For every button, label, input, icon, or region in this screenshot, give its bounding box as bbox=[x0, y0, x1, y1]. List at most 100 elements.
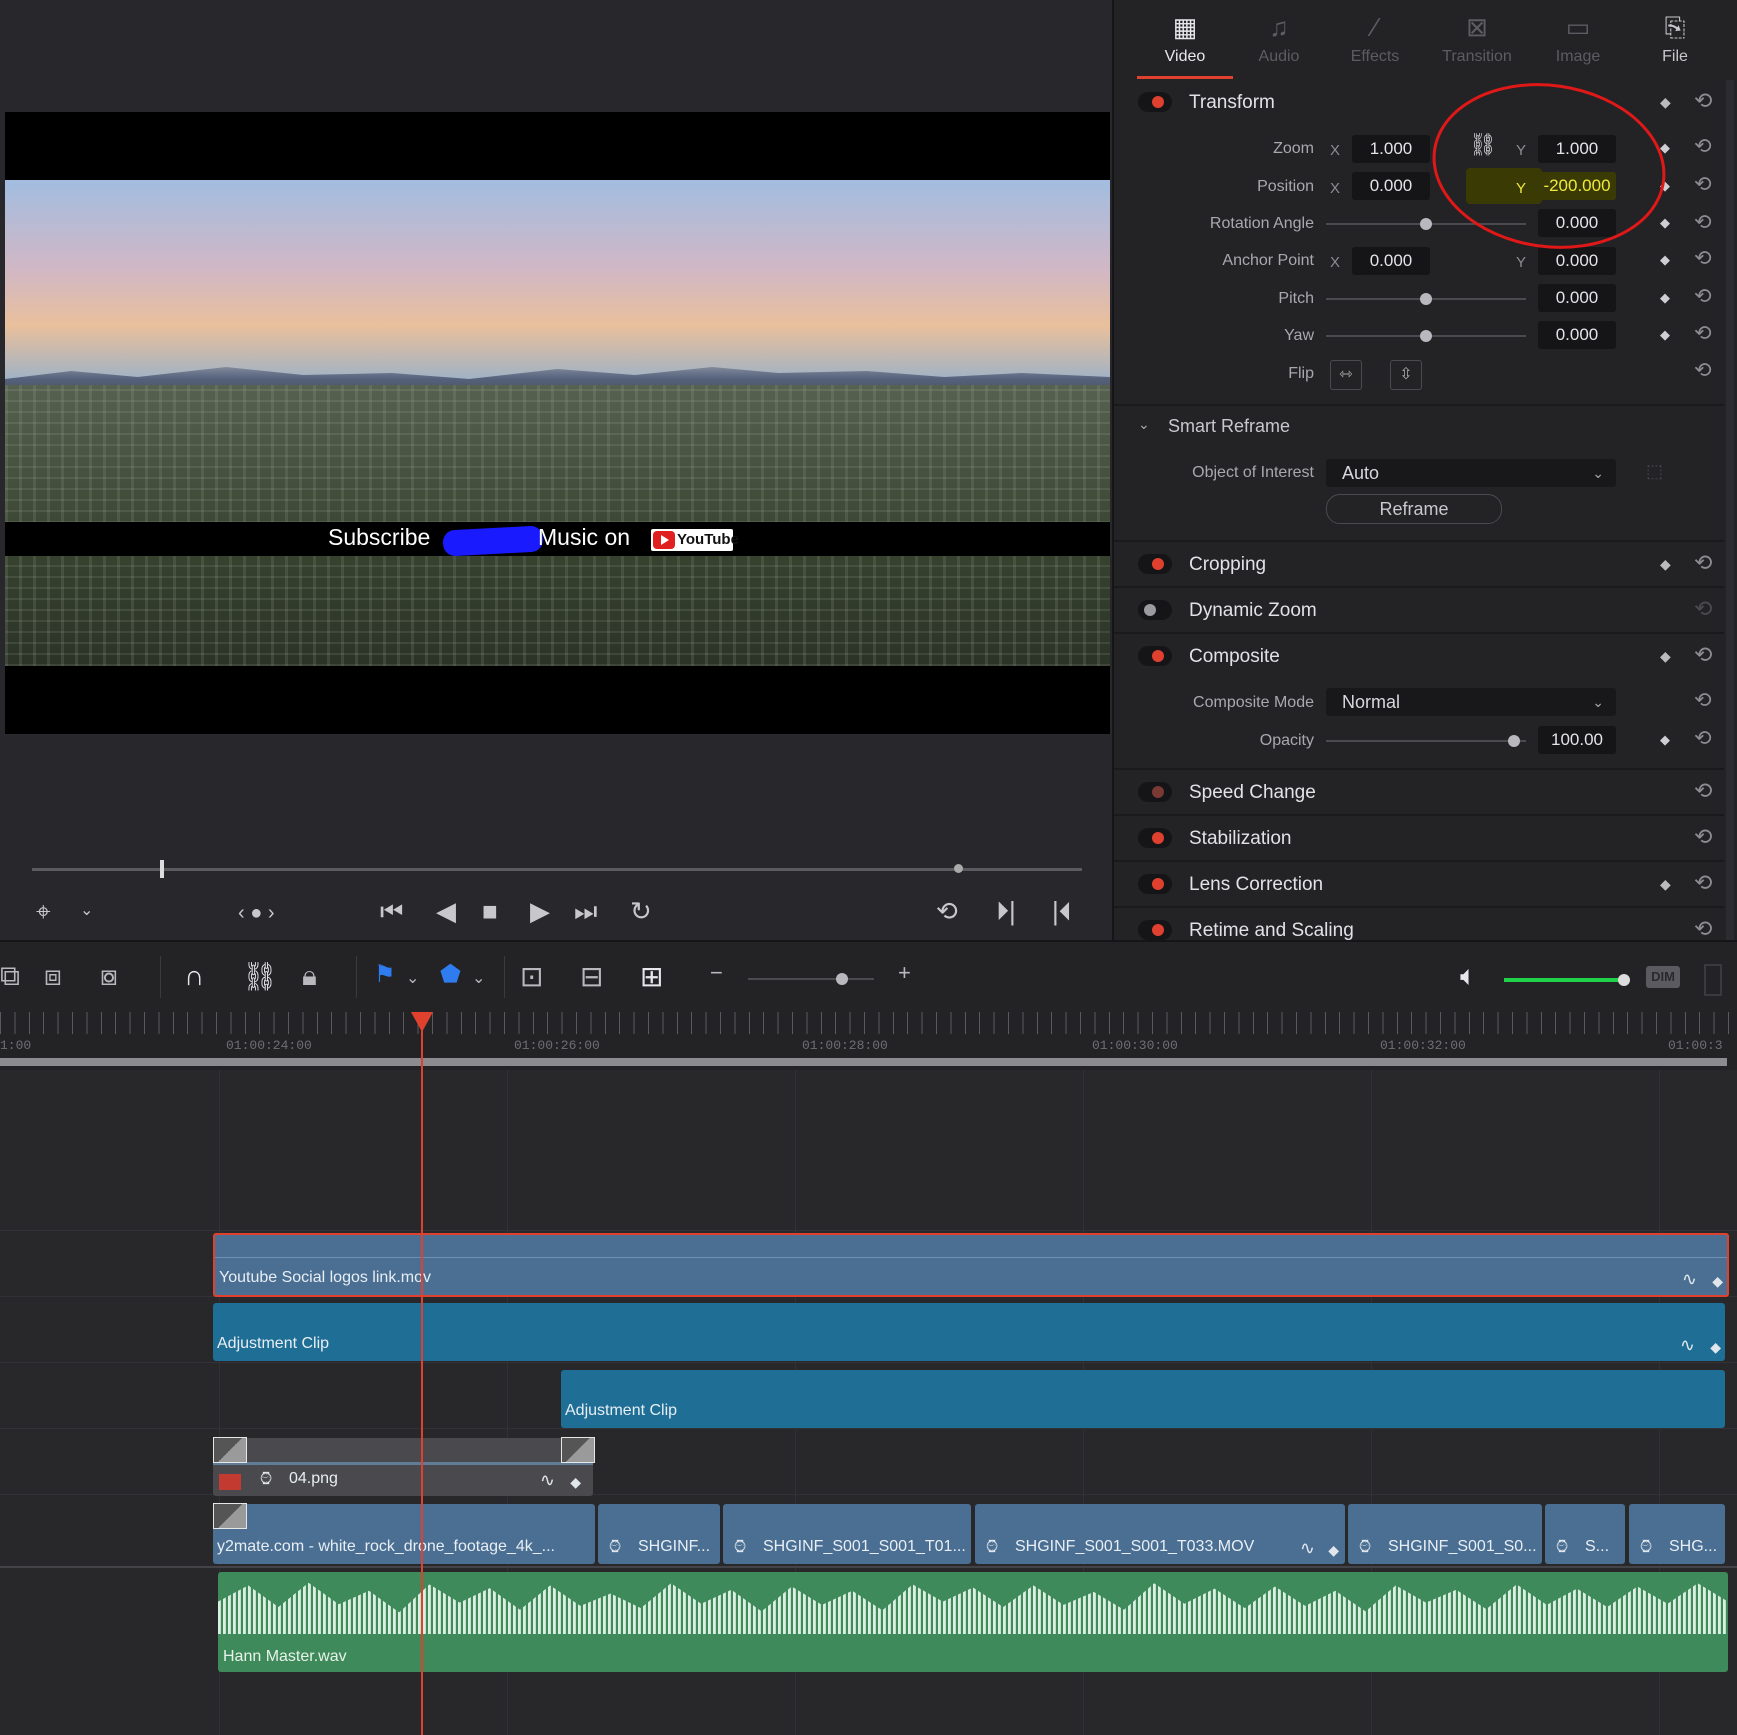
composite-mode-reset-icon[interactable]: ⟲ bbox=[1694, 688, 1712, 713]
composite-mode-dropdown[interactable]: Normal ⌄ bbox=[1326, 688, 1616, 716]
clip-shginf-3[interactable]: ⌚︎ SHGINF_S001_S001_T033.MOV ∿ ◆ bbox=[975, 1504, 1345, 1564]
meter-icon[interactable] bbox=[1704, 964, 1722, 996]
anchor-keyframe-icon[interactable]: ◆ bbox=[1660, 252, 1670, 268]
clip-adjustment-1[interactable]: Adjustment Clip ∿ ◆ bbox=[213, 1303, 1725, 1361]
clip-shginf-5[interactable]: ⌚︎ S... bbox=[1545, 1504, 1625, 1564]
transform-toggle[interactable] bbox=[1138, 92, 1172, 112]
flip-vertical-icon[interactable]: ⇳ bbox=[1390, 360, 1422, 390]
anchor-reset-icon[interactable]: ⟲ bbox=[1694, 246, 1712, 271]
trim-edit-icon[interactable]: ⧉ bbox=[0, 960, 20, 993]
timeline-zoom-slider[interactable] bbox=[748, 973, 874, 985]
section-lens-correction[interactable]: Lens Correction ◆ ⟲ bbox=[1114, 862, 1724, 908]
clip-04-png[interactable]: ⌚︎ 04.png ∿ ◆ bbox=[213, 1438, 593, 1496]
flip-reset-icon[interactable]: ⟲ bbox=[1694, 358, 1712, 383]
chevron-down-icon[interactable]: ⌄ bbox=[472, 968, 485, 988]
opacity-keyframe-icon[interactable]: ◆ bbox=[1660, 732, 1670, 748]
snapping-icon[interactable]: ∩ bbox=[184, 960, 204, 992]
zoom-in-icon[interactable]: + bbox=[898, 960, 911, 986]
pitch-slider[interactable] bbox=[1326, 293, 1526, 305]
flag-icon[interactable]: ⚑ bbox=[374, 960, 396, 989]
video-preview[interactable]: Subscribe Music on YouTube bbox=[5, 112, 1110, 734]
playhead-handle[interactable] bbox=[411, 1012, 433, 1032]
keyframe-icon[interactable]: ◆ bbox=[1660, 94, 1671, 111]
position-reset-icon[interactable]: ⟲ bbox=[1694, 172, 1712, 197]
skip-to-end-icon[interactable]: ⏭ bbox=[574, 896, 597, 926]
thumbnail bbox=[213, 1437, 247, 1463]
skip-to-start-icon[interactable]: ⏮ bbox=[380, 896, 403, 926]
replace-clip-icon[interactable]: ⧇ bbox=[100, 960, 118, 993]
viewer-scrubber[interactable] bbox=[32, 860, 1082, 878]
reset-icon[interactable]: ⟲ bbox=[1694, 88, 1712, 114]
section-cropping[interactable]: Cropping ◆ ⟲ bbox=[1114, 542, 1724, 588]
zoom-x-field[interactable]: 1.000 bbox=[1352, 135, 1430, 163]
marker-icon[interactable]: ⬟ bbox=[440, 960, 461, 989]
chevron-down-icon[interactable]: ⌄ bbox=[1138, 416, 1150, 433]
chevron-down-icon[interactable]: ⌄ bbox=[406, 968, 419, 988]
clip-youtube-logos[interactable]: Youtube Social logos link.mov ∿ ◆ bbox=[213, 1233, 1729, 1297]
section-speed-change[interactable]: Speed Change ⟲ bbox=[1114, 770, 1724, 816]
tab-image[interactable]: ▭ Image bbox=[1533, 0, 1623, 78]
reframe-select-icon[interactable]: ⬚ bbox=[1646, 461, 1663, 482]
play-icon[interactable]: ▶ bbox=[530, 896, 550, 926]
loop-icon[interactable]: ↻ bbox=[630, 896, 652, 926]
section-retime[interactable]: Retime and Scaling ⟲ bbox=[1114, 908, 1724, 940]
pitch-keyframe-icon[interactable]: ◆ bbox=[1660, 290, 1670, 306]
clip-shginf-4[interactable]: ⌚︎ SHGINF_S001_S0... bbox=[1348, 1504, 1542, 1564]
match-frame-icon[interactable]: ⟲ bbox=[936, 896, 958, 926]
rotation-reset-icon[interactable]: ⟲ bbox=[1694, 210, 1712, 235]
section-dynamic-zoom[interactable]: Dynamic Zoom ⟲ bbox=[1114, 588, 1724, 634]
pitch-field[interactable]: 0.000 bbox=[1538, 284, 1616, 312]
anchor-y-field[interactable]: 0.000 bbox=[1538, 247, 1616, 275]
tab-transition[interactable]: ⊠ Transition bbox=[1432, 0, 1522, 78]
volume-slider[interactable] bbox=[1504, 974, 1630, 986]
zoom-full-icon[interactable]: ⊡ bbox=[520, 960, 543, 993]
playhead-line[interactable] bbox=[421, 1014, 423, 1735]
tab-effects[interactable]: ⁄ Effects bbox=[1330, 0, 1420, 78]
speaker-icon[interactable]: 🔈︎ bbox=[1460, 960, 1477, 993]
clip-adjustment-2[interactable]: Adjustment Clip bbox=[561, 1370, 1725, 1428]
mark-in-icon[interactable]: ⏵| bbox=[996, 896, 1016, 926]
zoom-out-icon[interactable]: − bbox=[710, 960, 723, 986]
smart-reframe-title[interactable]: Smart Reframe bbox=[1168, 416, 1290, 437]
linked-selection-icon[interactable]: ⛓ bbox=[242, 960, 278, 993]
inspector-scrollbar[interactable] bbox=[1726, 80, 1734, 940]
object-of-interest-dropdown[interactable]: Auto ⌄ bbox=[1326, 459, 1616, 487]
timeline-ruler[interactable]: 1:00 01:00:24:00 01:00:26:00 01:00:28:00… bbox=[0, 1012, 1737, 1070]
yaw-keyframe-icon[interactable]: ◆ bbox=[1660, 327, 1670, 343]
overwrite-clip-icon[interactable]: ⧈ bbox=[44, 960, 62, 993]
position-lock-icon[interactable]: 🔒︎ bbox=[302, 960, 317, 993]
section-composite[interactable]: Composite ◆ ⟲ bbox=[1114, 634, 1724, 680]
dim-button[interactable]: DIM bbox=[1646, 966, 1680, 988]
opacity-slider[interactable] bbox=[1326, 735, 1526, 747]
opacity-reset-icon[interactable]: ⟲ bbox=[1694, 726, 1712, 751]
zoom-detail-icon[interactable]: ⊟ bbox=[580, 960, 603, 993]
step-back-icon[interactable]: ◀ bbox=[436, 896, 456, 926]
yaw-field[interactable]: 0.000 bbox=[1538, 321, 1616, 349]
anchor-x-field[interactable]: 0.000 bbox=[1352, 247, 1430, 275]
flip-horizontal-icon[interactable]: ⇿ bbox=[1330, 360, 1362, 390]
yaw-slider[interactable] bbox=[1326, 330, 1526, 342]
zoom-custom-icon[interactable]: ⊞ bbox=[640, 960, 663, 993]
clip-shginf-6[interactable]: ⌚︎ SHG... bbox=[1629, 1504, 1725, 1564]
pitch-reset-icon[interactable]: ⟲ bbox=[1694, 284, 1712, 309]
position-x-field[interactable]: 0.000 bbox=[1352, 172, 1430, 200]
clip-shginf-1[interactable]: ⌚︎ SHGINF... bbox=[598, 1504, 720, 1564]
section-stabilization[interactable]: Stabilization ⟲ bbox=[1114, 816, 1724, 862]
clip-shginf-2[interactable]: ⌚︎ SHGINF_S001_S001_T01... bbox=[723, 1504, 971, 1564]
tab-video[interactable]: ▦ Video bbox=[1140, 0, 1230, 78]
jog-control-icon[interactable]: ‹ ● › bbox=[238, 898, 275, 928]
stop-icon[interactable]: ■ bbox=[482, 896, 498, 926]
tab-file[interactable]: ⎘ File bbox=[1630, 0, 1720, 78]
yaw-reset-icon[interactable]: ⟲ bbox=[1694, 321, 1712, 346]
reframe-button[interactable]: Reframe bbox=[1326, 494, 1502, 524]
tab-audio[interactable]: ♫ Audio bbox=[1234, 0, 1324, 78]
rotation-keyframe-icon[interactable]: ◆ bbox=[1660, 215, 1670, 231]
chevron-down-icon[interactable]: ⌄ bbox=[80, 896, 93, 926]
clip-y2mate[interactable]: y2mate.com - white_rock_drone_footage_4k… bbox=[213, 1504, 595, 1564]
mark-out-icon[interactable]: |⏴ bbox=[1052, 896, 1072, 926]
transform-overlay-icon[interactable]: ⌖ bbox=[36, 896, 51, 926]
scrubber-handle[interactable] bbox=[160, 860, 164, 878]
clip-audio-hann-master[interactable]: Hann Master.wav bbox=[218, 1572, 1728, 1672]
opacity-field[interactable]: 100.00 bbox=[1538, 726, 1616, 754]
zoom-reset-icon[interactable]: ⟲ bbox=[1694, 134, 1712, 159]
